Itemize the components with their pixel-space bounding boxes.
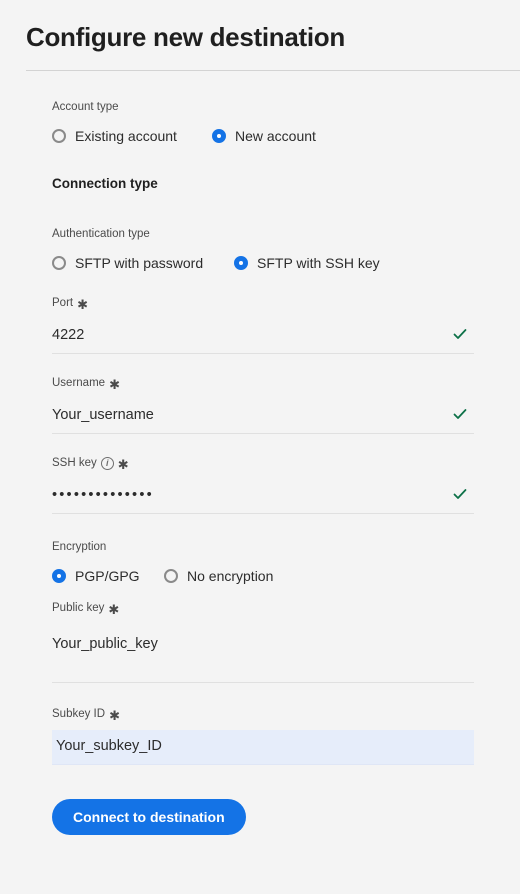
ssh-key-valid-check-icon <box>453 489 467 499</box>
radio-sftp-ssh-key[interactable]: SFTP with SSH key <box>234 254 380 272</box>
port-field[interactable]: 4222 <box>52 319 474 354</box>
subkey-id-required-marker: ✱ <box>109 708 120 723</box>
radio-sftp-password-dot[interactable] <box>52 256 66 270</box>
encryption-radio-group: PGP/GPG No encryption <box>52 567 474 585</box>
port-label: Port ✱ <box>52 296 474 311</box>
ssh-key-input[interactable]: •••••••••••••• <box>52 479 474 513</box>
ssh-key-label-text: SSH key <box>52 457 97 469</box>
username-label: Username ✱ <box>52 376 474 391</box>
username-valid-check-icon <box>453 409 467 419</box>
port-valid-check-icon <box>453 329 467 339</box>
radio-pgp-gpg[interactable]: PGP/GPG <box>52 567 164 585</box>
radio-new-account-label: New account <box>235 128 316 144</box>
radio-existing-account-dot[interactable] <box>52 129 66 143</box>
radio-sftp-password[interactable]: SFTP with password <box>52 254 234 272</box>
info-icon[interactable]: i <box>100 457 114 470</box>
username-label-text: Username <box>52 377 106 389</box>
port-field-underline <box>52 353 474 354</box>
username-field[interactable]: Your_username <box>52 399 474 434</box>
radio-no-encryption-dot[interactable] <box>164 569 178 583</box>
connect-to-destination-button[interactable]: Connect to destination <box>52 799 246 835</box>
username-required-marker: ✱ <box>109 377 120 392</box>
radio-no-encryption[interactable]: No encryption <box>164 567 273 585</box>
authentication-type-label: Authentication type <box>52 227 474 242</box>
username-field-underline <box>52 433 474 434</box>
ssh-key-field-underline <box>52 513 474 514</box>
encryption-label: Encryption <box>52 540 474 555</box>
subkey-id-field-underline <box>52 764 474 765</box>
public-key-label-text: Public key <box>52 602 105 614</box>
radio-new-account[interactable]: New account <box>212 127 316 145</box>
radio-pgp-gpg-label: PGP/GPG <box>75 568 140 584</box>
encryption-label-text: Encryption <box>52 541 107 553</box>
header-divider <box>26 70 520 71</box>
subkey-id-input[interactable]: Your_subkey_ID <box>52 730 474 764</box>
account-type-label-text: Account type <box>52 101 119 113</box>
public-key-field[interactable]: Your_public_key <box>52 626 474 683</box>
connection-type-heading: Connection type <box>52 176 158 191</box>
public-key-field-underline <box>52 682 474 683</box>
ssh-key-field[interactable]: •••••••••••••• <box>52 479 474 514</box>
public-key-input[interactable]: Your_public_key <box>52 626 474 682</box>
subkey-id-label: Subkey ID ✱ <box>52 707 474 722</box>
authentication-type-label-text: Authentication type <box>52 228 150 240</box>
public-key-required-marker: ✱ <box>108 602 120 617</box>
radio-existing-account[interactable]: Existing account <box>52 127 212 145</box>
ssh-key-label: SSH key i ✱ <box>52 456 474 471</box>
radio-sftp-ssh-key-dot[interactable] <box>234 256 248 270</box>
port-required-marker: ✱ <box>77 297 88 312</box>
account-type-label: Account type <box>52 100 474 115</box>
radio-existing-account-label: Existing account <box>75 128 177 144</box>
radio-no-encryption-label: No encryption <box>187 568 274 584</box>
account-type-radio-group: Existing account New account <box>52 127 474 145</box>
port-input[interactable]: 4222 <box>52 319 474 353</box>
public-key-label: Public key ✱ <box>52 601 474 616</box>
subkey-id-field[interactable]: Your_subkey_ID <box>52 730 474 765</box>
radio-new-account-dot[interactable] <box>212 129 226 143</box>
ssh-key-required-marker: ✱ <box>117 457 129 472</box>
page-title: Configure new destination <box>26 22 345 52</box>
subkey-id-label-text: Subkey ID <box>52 708 106 720</box>
radio-sftp-password-label: SFTP with password <box>75 255 204 271</box>
username-input[interactable]: Your_username <box>52 399 474 433</box>
radio-sftp-ssh-key-label: SFTP with SSH key <box>257 255 380 271</box>
port-label-text: Port <box>52 297 74 309</box>
authentication-type-radio-group: SFTP with password SFTP with SSH key <box>52 254 474 272</box>
destination-form: Account type Existing account New accoun… <box>52 100 474 835</box>
radio-pgp-gpg-dot[interactable] <box>52 569 66 583</box>
